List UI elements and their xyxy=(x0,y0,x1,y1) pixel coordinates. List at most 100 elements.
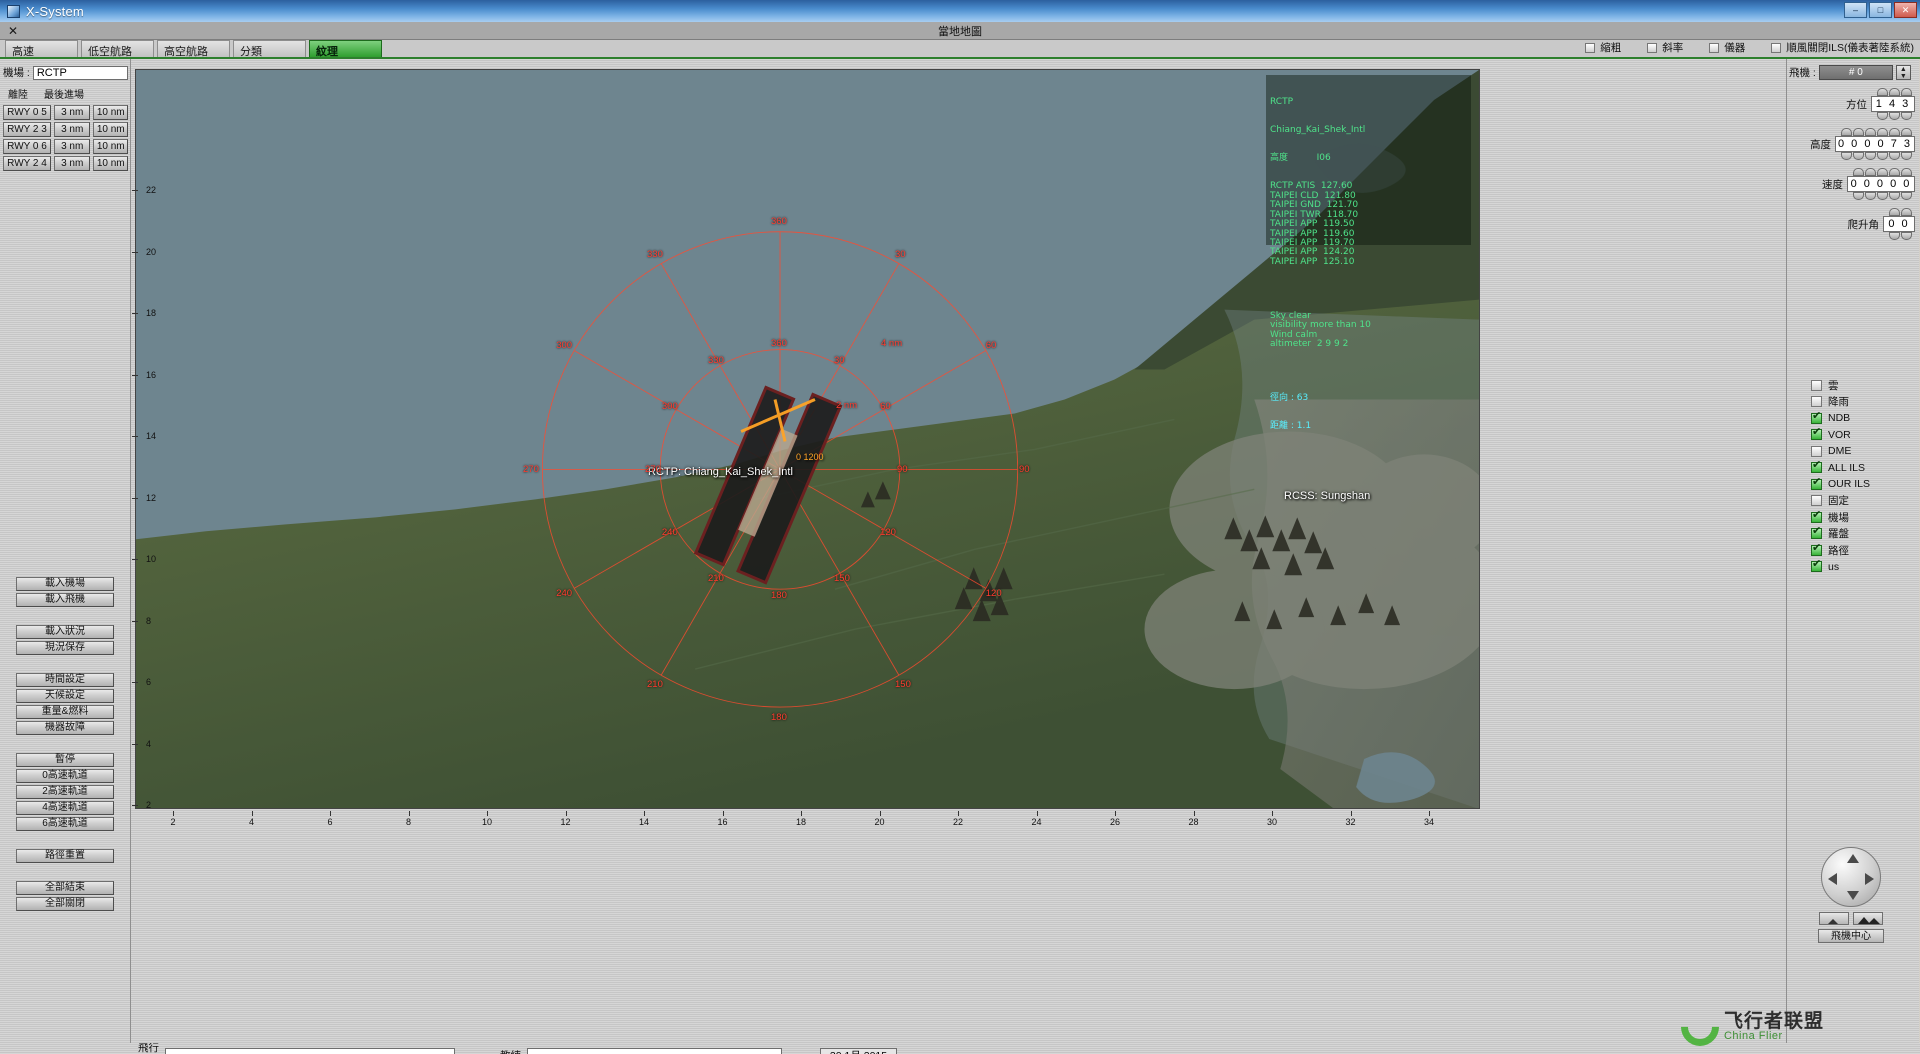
spinner-value[interactable]: 1 4 3 xyxy=(1871,96,1915,112)
minimize-button[interactable]: – xyxy=(1844,2,1867,18)
layer-羅盤[interactable]: 羅盤 xyxy=(1811,526,1916,543)
checkbox-icon[interactable] xyxy=(1811,561,1822,572)
runway-name-button[interactable]: RWY 2 3 xyxy=(3,122,51,137)
checkbox-icon[interactable] xyxy=(1771,43,1781,53)
runway-name-button[interactable]: RWY 0 6 xyxy=(3,139,51,154)
layer-vor[interactable]: VOR xyxy=(1811,427,1916,444)
spinner-down-arrows[interactable] xyxy=(1787,112,1915,120)
tab-5[interactable]: 紋理 xyxy=(309,40,382,57)
left-button-4-2[interactable]: 2高速軌道 xyxy=(16,785,114,799)
left-button-1-1[interactable]: 載入飛機 xyxy=(16,593,114,607)
left-button-5-0[interactable]: 路徑重置 xyxy=(16,849,114,863)
left-button-3-3[interactable]: 機器故障 xyxy=(16,721,114,735)
checkbox-icon[interactable] xyxy=(1811,512,1822,523)
layer-路徑[interactable]: 路徑 xyxy=(1811,542,1916,559)
toolbar-check-1[interactable]: 縮粗 xyxy=(1585,40,1621,55)
tab-1[interactable]: 高速 xyxy=(5,40,78,57)
checkbox-icon[interactable] xyxy=(1811,413,1822,424)
checkbox-icon[interactable] xyxy=(1709,43,1719,53)
spinner-value[interactable]: 0 0 xyxy=(1883,216,1915,232)
left-button-6-0[interactable]: 全部結束 xyxy=(16,881,114,895)
spinner-up-arrows[interactable] xyxy=(1787,88,1915,96)
layer-all-ils[interactable]: ALL ILS xyxy=(1811,460,1916,477)
left-button-4-0[interactable]: 暫停 xyxy=(16,753,114,767)
runway-alt-button[interactable]: 10 nm xyxy=(93,105,128,120)
compass-bearing-label: 60 xyxy=(986,340,997,351)
runway-alt-button[interactable]: 10 nm xyxy=(93,122,128,137)
checkbox-icon[interactable] xyxy=(1811,462,1822,473)
layer-固定[interactable]: 固定 xyxy=(1811,493,1916,510)
maximize-button[interactable]: □ xyxy=(1869,2,1892,18)
spinner-down-arrows[interactable] xyxy=(1787,152,1915,160)
runway-dist-button[interactable]: 3 nm xyxy=(54,139,90,154)
left-button-2-1[interactable]: 現況保存 xyxy=(16,641,114,655)
left-button-3-1[interactable]: 天候設定 xyxy=(16,689,114,703)
tab-4[interactable]: 分類 xyxy=(233,40,306,57)
spinner-down-arrows[interactable] xyxy=(1787,192,1915,200)
compass-bearing-label: 270 xyxy=(523,464,539,475)
compass-bearing-label: 210 xyxy=(708,573,724,584)
runway-header: 離陸 最後進場 xyxy=(0,80,130,104)
toolbar-check-3[interactable]: 儀器 xyxy=(1709,40,1745,55)
pilot-input[interactable] xyxy=(165,1048,455,1054)
runway-dist-button[interactable]: 3 nm xyxy=(54,122,90,137)
x-tick-mark xyxy=(173,811,174,816)
checkbox-icon[interactable] xyxy=(1811,495,1822,506)
left-button-4-1[interactable]: 0高速軌道 xyxy=(16,769,114,783)
checkbox-icon[interactable] xyxy=(1585,43,1595,53)
layer-us[interactable]: us xyxy=(1811,559,1916,576)
tab-3[interactable]: 高空航路 xyxy=(157,40,230,57)
left-button-1-0[interactable]: 載入機場 xyxy=(16,577,114,591)
compass-bearing-label: 90 xyxy=(1019,464,1030,475)
left-button-3-2[interactable]: 重量&燃料 xyxy=(16,705,114,719)
spinner-up-arrows[interactable] xyxy=(1787,168,1915,176)
layer-our-ils[interactable]: OUR ILS xyxy=(1811,476,1916,493)
checkbox-icon[interactable] xyxy=(1811,545,1822,556)
window-controls[interactable]: – □ ✕ xyxy=(1844,2,1917,18)
aircraft-select-row: 飛機 : # 0 ▲▼ xyxy=(1787,59,1919,80)
runway-name-button[interactable]: RWY 0 5 xyxy=(3,105,51,120)
left-button-3-0[interactable]: 時間設定 xyxy=(16,673,114,687)
zoom-in-icon[interactable] xyxy=(1853,912,1883,925)
checkbox-icon[interactable] xyxy=(1647,43,1657,53)
left-button-4-4[interactable]: 6高速軌道 xyxy=(16,817,114,831)
checkbox-icon[interactable] xyxy=(1811,396,1822,407)
dpad-icon[interactable] xyxy=(1821,847,1881,907)
checkbox-icon[interactable] xyxy=(1811,479,1822,490)
spinner-up-arrows[interactable] xyxy=(1787,208,1915,216)
x-tick-mark xyxy=(958,811,959,816)
left-button-4-3[interactable]: 4高速軌道 xyxy=(16,801,114,815)
toolbar-check-4[interactable]: 順風關閉ILS(儀表著陸系統) xyxy=(1771,40,1914,55)
aircraft-select[interactable]: # 0 xyxy=(1819,65,1893,80)
center-on-aircraft-button[interactable]: 飛機中心 xyxy=(1818,929,1884,943)
runway-alt-button[interactable]: 10 nm xyxy=(93,156,128,171)
layer-雲[interactable]: 雲 xyxy=(1811,377,1916,394)
left-button-6-1[interactable]: 全部關閉 xyxy=(16,897,114,911)
airport-input[interactable]: RCTP xyxy=(33,66,128,80)
zoom-out-icon[interactable] xyxy=(1819,912,1849,925)
left-button-2-0[interactable]: 載入狀況 xyxy=(16,625,114,639)
tab-2[interactable]: 低空航路 xyxy=(81,40,154,57)
runway-name-button[interactable]: RWY 2 4 xyxy=(3,156,51,171)
checkbox-icon[interactable] xyxy=(1811,446,1822,457)
layer-ndb[interactable]: NDB xyxy=(1811,410,1916,427)
checkbox-icon[interactable] xyxy=(1811,429,1822,440)
layer-dme[interactable]: DME xyxy=(1811,443,1916,460)
runway-alt-button[interactable]: 10 nm xyxy=(93,139,128,154)
checkbox-icon[interactable] xyxy=(1811,380,1822,391)
checkbox-icon[interactable] xyxy=(1811,528,1822,539)
spinner-up-arrows[interactable] xyxy=(1787,128,1915,136)
layer-機場[interactable]: 機場 xyxy=(1811,509,1916,526)
x-tick-label: 4 xyxy=(249,817,254,827)
spinner-value[interactable]: 0 0 0 0 0 xyxy=(1847,176,1915,192)
spinner-value[interactable]: 0 0 0 0 7 3 xyxy=(1835,136,1915,152)
moving-map[interactable]: RCTP Chiang_Kai_Shek_Intl 高度 I06 RCTP AT… xyxy=(135,69,1480,809)
runway-dist-button[interactable]: 3 nm xyxy=(54,156,90,171)
chevron-updown-icon[interactable]: ▲▼ xyxy=(1896,65,1911,80)
spinner-down-arrows[interactable] xyxy=(1787,232,1915,240)
layer-降雨[interactable]: 降雨 xyxy=(1811,394,1916,411)
close-button[interactable]: ✕ xyxy=(1894,2,1917,18)
runway-dist-button[interactable]: 3 nm xyxy=(54,105,90,120)
toolbar-check-2[interactable]: 斜率 xyxy=(1647,40,1683,55)
instructor-input[interactable] xyxy=(527,1048,782,1054)
